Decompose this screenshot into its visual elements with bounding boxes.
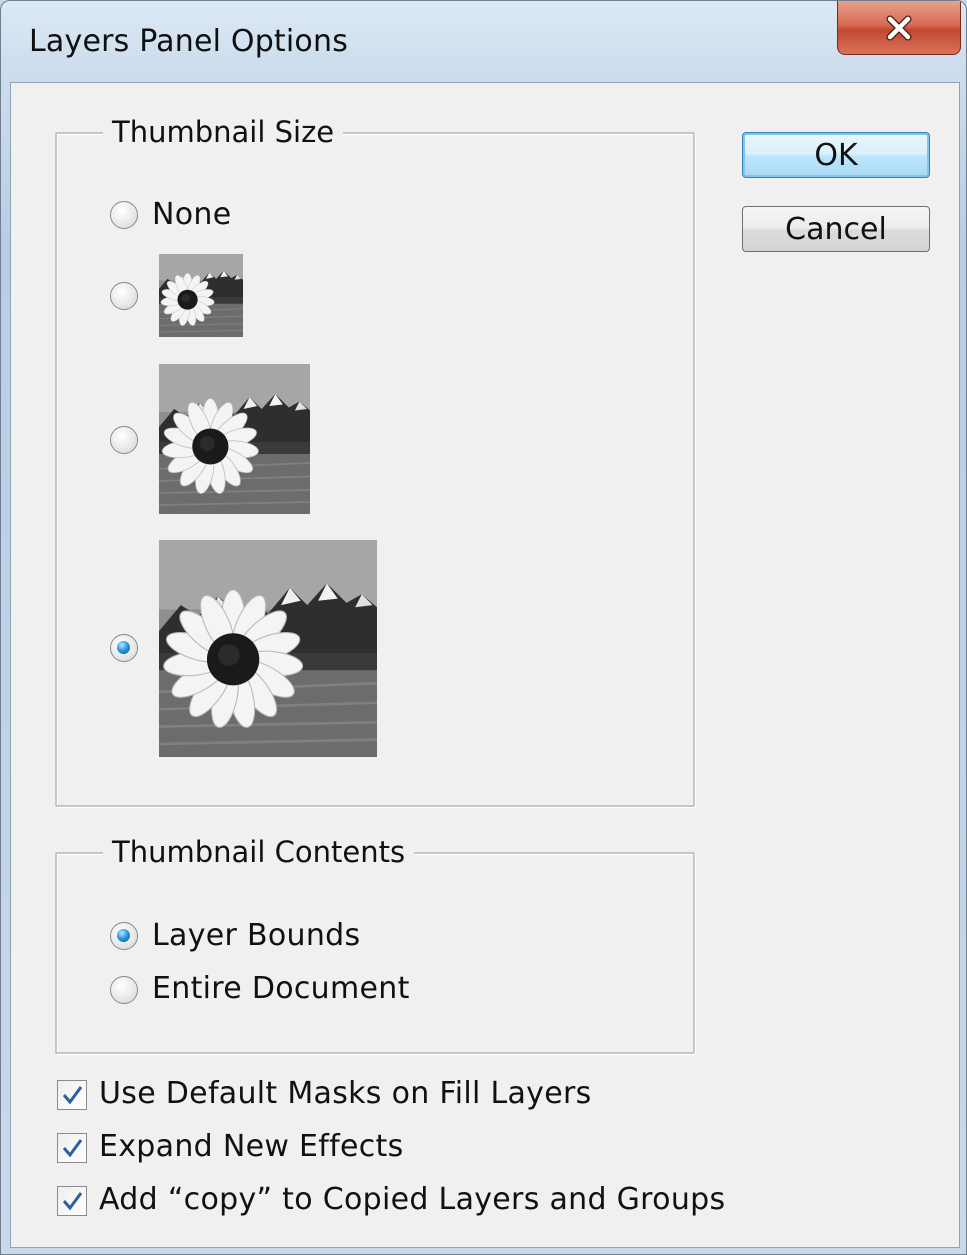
thumbnail-size-legend: Thumbnail Size [103,116,344,148]
add-copy-label[interactable]: Add “copy” to Copied Layers and Groups [99,1182,725,1217]
expand-effects-label[interactable]: Expand New Effects [99,1129,404,1164]
entire-document-radio[interactable] [110,976,138,1004]
layer-bounds-radio[interactable] [110,922,138,950]
checkmark-icon [62,1086,83,1105]
thumbnail-contents-group: Thumbnail Contents Layer Bounds Entire D… [55,836,695,1054]
thumbnail-size-none-radio[interactable] [110,201,138,229]
checkmark-icon [62,1139,83,1158]
thumbnail-size-group: Thumbnail Size None [55,116,695,807]
dialog-body: Thumbnail Size None Thumbnail Contents L… [10,82,960,1248]
close-x-icon [886,15,912,40]
thumbnail-size-large-radio[interactable] [110,634,138,662]
dialog-window: Layers Panel Options Thumbnail Size None [0,0,967,1255]
thumbnail-size-small-radio[interactable] [110,282,138,310]
thumbnail-size-none-label[interactable]: None [152,197,231,232]
default-masks-label[interactable]: Use Default Masks on Fill Layers [99,1076,592,1111]
dialog-title: Layers Panel Options [29,24,349,59]
checkmark-icon [62,1192,83,1211]
default-masks-checkbox[interactable] [57,1080,87,1110]
layer-bounds-label[interactable]: Layer Bounds [152,918,360,953]
thumbnail-size-medium-radio[interactable] [110,426,138,454]
expand-effects-checkbox[interactable] [57,1133,87,1163]
entire-document-label[interactable]: Entire Document [152,971,410,1006]
close-button[interactable] [837,1,961,55]
thumbnail-medium-preview [159,364,310,514]
cancel-button[interactable]: Cancel [742,206,930,252]
add-copy-checkbox[interactable] [57,1186,87,1216]
title-bar[interactable]: Layers Panel Options [1,1,966,83]
thumbnail-contents-legend: Thumbnail Contents [103,836,415,868]
ok-button[interactable]: OK [742,132,930,178]
thumbnail-large-preview [159,540,377,757]
thumbnail-small-preview [159,254,243,337]
